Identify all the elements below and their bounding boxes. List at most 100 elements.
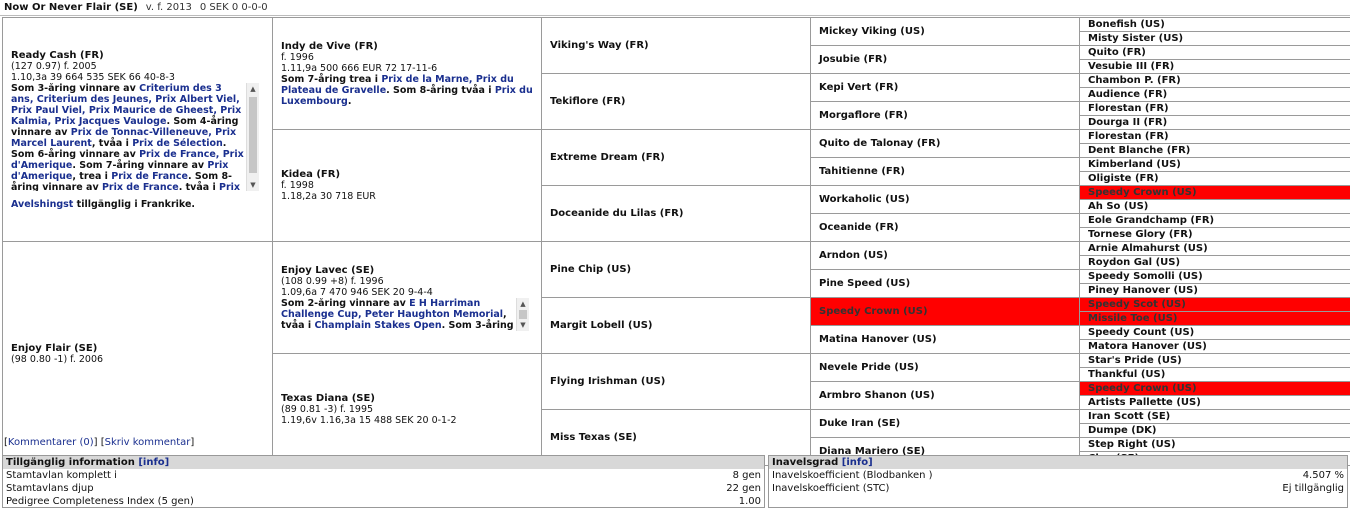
ancestor-gen5-name[interactable]: Quito (FR)	[1088, 47, 1146, 58]
ancestor-gen5-name[interactable]: Bonefish (US)	[1088, 19, 1165, 30]
ancestor-gen5-name[interactable]: Speedy Crown (US)	[1088, 187, 1197, 198]
ancestor-gen3-name[interactable]: Pine Chip (US)	[550, 264, 631, 275]
ancestor-gen5-name[interactable]: Florestan (FR)	[1088, 103, 1169, 114]
ancestor-gen5-name[interactable]: Arnie Almahurst (US)	[1088, 243, 1208, 254]
ancestor-gen3-name[interactable]: Miss Texas (SE)	[550, 432, 637, 443]
ancestor-gen4-name[interactable]: Matina Hanover (US)	[819, 334, 937, 345]
ancestor-gen3-name[interactable]: Margit Lobell (US)	[550, 320, 652, 331]
ancestor-gen5-cell: Kimberland (US)	[1079, 157, 1350, 172]
race-link[interactable]: Prix de France	[111, 171, 188, 182]
ancestor-gen5-name[interactable]: Iran Scott (SE)	[1088, 411, 1170, 422]
ancestor-gen4-cell: Duke Iran (SE)	[810, 409, 1080, 438]
down-arrow-icon[interactable]: ▼	[247, 179, 259, 191]
ancestor-gen5-name[interactable]: Dumpe (DK)	[1088, 425, 1156, 436]
ancestor-gen4-name[interactable]: Quito de Talonay (FR)	[819, 138, 940, 149]
ancestor-gen3-name[interactable]: Doceanide du Lilas (FR)	[550, 208, 683, 219]
ancestor-gen4-name[interactable]: Armbro Shanon (US)	[819, 390, 935, 401]
ancestor-gen3-cell: Pine Chip (US)	[541, 241, 811, 298]
ancestor-gen5-name[interactable]: Thankful (US)	[1088, 369, 1165, 380]
ancestor-gen4-name[interactable]: Kepi Vert (FR)	[819, 82, 898, 93]
ancestor-gen5-cell: Quito (FR)	[1079, 45, 1350, 60]
inbreeding-row-label: Inavelskoefficient (Blodbanken )	[772, 470, 933, 481]
ancestor-gen4-name[interactable]: Arndon (US)	[819, 250, 888, 261]
ancestor-gen5-name[interactable]: Florestan (FR)	[1088, 131, 1169, 142]
ancestor-gen5-name[interactable]: Speedy Crown (US)	[1088, 383, 1197, 394]
scroll-thumb[interactable]	[249, 96, 257, 173]
ancestor-gen5-name[interactable]: Star's Pride (US)	[1088, 355, 1182, 366]
race-link[interactable]: Prix de France	[102, 182, 179, 191]
ancestor-gen5-name[interactable]: Vesubie III (FR)	[1088, 61, 1174, 72]
horse-stats: 0 SEK 0 0-0-0	[199, 2, 268, 13]
grandparent-name[interactable]: Texas Diana (SE)	[281, 393, 541, 404]
ancestor-gen5-name[interactable]: Kimberland (US)	[1088, 159, 1181, 170]
grandparent-name[interactable]: Indy de Vive (FR)	[281, 41, 541, 52]
ancestor-gen5-name[interactable]: Speedy Count (US)	[1088, 327, 1194, 338]
ancestor-gen3-name[interactable]: Extreme Dream (FR)	[550, 152, 665, 163]
ancestor-gen5-name[interactable]: Misty Sister (US)	[1088, 33, 1183, 44]
info-panel: Tillgänglig information [info] Stamtavla…	[2, 455, 765, 508]
ancestor-gen3-name[interactable]: Tekiflore (FR)	[550, 96, 626, 107]
ancestor-gen4-name[interactable]: Duke Iran (SE)	[819, 418, 900, 429]
ancestor-gen4-name[interactable]: Mickey Viking (US)	[819, 26, 925, 37]
ancestor-gen5-name[interactable]: Matora Hanover (US)	[1088, 341, 1207, 352]
ancestor-gen5-name[interactable]: Eole Grandchamp (FR)	[1088, 215, 1214, 226]
down-arrow-icon[interactable]: ▼	[517, 319, 529, 331]
ancestor-gen5-name[interactable]: Tornese Glory (FR)	[1088, 229, 1193, 240]
ancestor-gen4-name[interactable]: Pine Speed (US)	[819, 278, 910, 289]
scrollbar[interactable]: ▲ ▼	[516, 297, 529, 331]
ancestor-gen4-name[interactable]: Speedy Crown (US)	[819, 306, 928, 317]
ancestor-gen3-name[interactable]: Viking's Way (FR)	[550, 40, 649, 51]
scrollbar[interactable]: ▲ ▼	[246, 82, 259, 191]
ancestor-gen5-name[interactable]: Chambon P. (FR)	[1088, 75, 1181, 86]
ancestor-gen4-cell: Pine Speed (US)	[810, 269, 1080, 298]
info-panel-title: Tillgänglig information [info]	[3, 456, 764, 469]
up-arrow-icon[interactable]: ▲	[247, 83, 259, 95]
pedigree-table: Ready Cash (FR) (127 0.97) f. 2005 1.10,3a…	[2, 17, 1350, 466]
ancestor-gen4-name[interactable]: Oceanide (FR)	[819, 222, 899, 233]
race-link[interactable]: Prix de Sélection	[132, 138, 223, 149]
ancestor-gen4-cell: Workaholic (US)	[810, 185, 1080, 214]
ancestor-gen5-name[interactable]: Missile Toe (US)	[1088, 313, 1178, 324]
ancestor-gen4-name[interactable]: Josubie (FR)	[819, 54, 887, 65]
info-link[interactable]: [info]	[138, 457, 169, 468]
ancestor-gen5-name[interactable]: Roydon Gal (US)	[1088, 257, 1180, 268]
inbreeding-info-link[interactable]: [info]	[842, 457, 873, 468]
grandparent-cell: Texas Diana (SE) (89 0.81 -3) f. 1995 1.19…	[272, 353, 542, 466]
ancestor-gen4-name[interactable]: Nevele Pride (US)	[819, 362, 919, 373]
comments-link[interactable]: Kommentarer (0)	[8, 437, 94, 448]
race-link[interactable]: Champlain Stakes Open	[314, 320, 441, 331]
ancestor-gen3-name[interactable]: Flying Irishman (US)	[550, 376, 665, 387]
ancestor-gen4-name[interactable]: Morgaflore (FR)	[819, 110, 908, 121]
ancestor-gen5-name[interactable]: Step Right (US)	[1088, 439, 1176, 450]
ancestor-gen5-cell: Piney Hanover (US)	[1079, 283, 1350, 298]
grandparent-name[interactable]: Enjoy Lavec (SE)	[281, 265, 541, 276]
ancestor-gen5-name[interactable]: Ah So (US)	[1088, 201, 1148, 212]
ancestor-gen5-name[interactable]: Dent Blanche (FR)	[1088, 145, 1190, 156]
up-arrow-icon[interactable]: ▲	[517, 298, 529, 310]
grandparent-record: 1.09,6a 7 470 946 SEK 20 9-4-4	[281, 286, 433, 298]
grandparent-record: 1.19,6v 1.16,3a 15 488 SEK 20 0-1-2	[281, 415, 457, 426]
horse-born: v. f. 2013	[145, 2, 192, 13]
inbreeding-row-value: Ej tillgänglig	[1282, 483, 1344, 494]
sire-info: (127 0.97) f. 2005	[11, 60, 97, 72]
ancestor-gen5-cell: Oligiste (FR)	[1079, 171, 1350, 186]
ancestor-gen4-cell: Matina Hanover (US)	[810, 325, 1080, 354]
ancestor-gen4-cell: Mickey Viking (US)	[810, 17, 1080, 46]
ancestor-gen5-cell: Bonefish (US)	[1079, 17, 1350, 32]
ancestor-gen5-name[interactable]: Speedy Somolli (US)	[1088, 271, 1203, 282]
stallion-link[interactable]: Avelshingst	[11, 199, 73, 210]
info-row: Stamtavlan komplett i 8 gen	[3, 469, 764, 482]
grandparent-cell: Enjoy Lavec (SE) (108 0.99 +8) f. 1996 1.0…	[272, 241, 542, 354]
ancestor-gen5-cell: Artists Pallette (US)	[1079, 395, 1350, 410]
ancestor-gen5-name[interactable]: Artists Pallette (US)	[1088, 397, 1201, 408]
ancestor-gen4-name[interactable]: Tahitienne (FR)	[819, 166, 905, 177]
ancestor-gen5-name[interactable]: Dourga II (FR)	[1088, 117, 1167, 128]
ancestor-gen5-name[interactable]: Speedy Scot (US)	[1088, 299, 1186, 310]
ancestor-gen4-name[interactable]: Workaholic (US)	[819, 194, 910, 205]
ancestor-gen5-name[interactable]: Oligiste (FR)	[1088, 173, 1159, 184]
write-comment-link[interactable]: Skriv kommentar	[105, 437, 191, 448]
ancestor-gen5-name[interactable]: Piney Hanover (US)	[1088, 285, 1198, 296]
scroll-thumb[interactable]	[519, 309, 527, 319]
ancestor-gen5-name[interactable]: Audience (FR)	[1088, 89, 1167, 100]
grandparent-name[interactable]: Kidea (FR)	[281, 169, 541, 180]
